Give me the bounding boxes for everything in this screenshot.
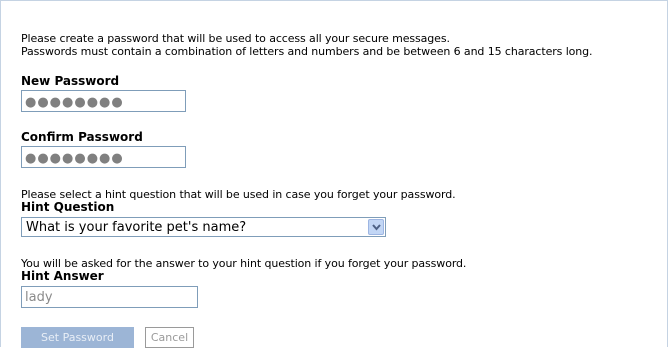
- new-password-field[interactable]: ●●●●●●●●: [21, 90, 186, 112]
- hint-question-select[interactable]: What is your favorite pet's name?: [21, 217, 386, 237]
- confirm-password-field[interactable]: ●●●●●●●●: [21, 146, 186, 168]
- confirm-password-label: Confirm Password: [21, 130, 143, 144]
- hint-question-label: Hint Question: [21, 200, 115, 214]
- hint-answer-value: lady: [25, 290, 53, 305]
- intro-text: Please create a password that will be us…: [21, 32, 593, 58]
- set-password-button[interactable]: Set Password: [21, 327, 134, 348]
- new-password-label: New Password: [21, 74, 120, 88]
- hint-answer-field[interactable]: lady: [21, 286, 198, 308]
- hint-question-selected: What is your favorite pet's name?: [26, 220, 247, 235]
- intro-line-1: Please create a password that will be us…: [21, 32, 450, 45]
- chevron-down-icon[interactable]: [368, 219, 384, 235]
- hint-answer-label: Hint Answer: [21, 269, 104, 283]
- new-password-value: ●●●●●●●●: [25, 95, 124, 110]
- password-form-panel: Please create a password that will be us…: [0, 0, 668, 348]
- cancel-button[interactable]: Cancel: [145, 327, 194, 348]
- confirm-password-value: ●●●●●●●●: [25, 151, 124, 166]
- intro-line-2: Passwords must contain a combination of …: [21, 45, 593, 58]
